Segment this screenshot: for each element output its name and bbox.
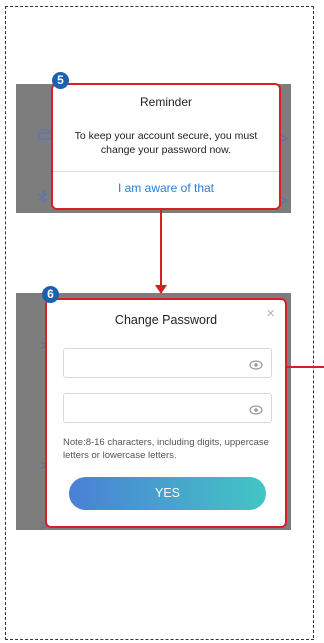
yes-button[interactable]: YES <box>69 477 266 510</box>
change-password-title: Change Password <box>114 313 218 327</box>
dashed-frame-right <box>313 6 314 638</box>
side-connector-line <box>287 366 324 368</box>
connector-line <box>160 210 162 286</box>
change-password-dialog: Change Password × Note:8-16 characters, … <box>45 298 287 528</box>
reminder-title: Reminder <box>139 95 193 109</box>
divider <box>53 171 279 172</box>
printer-icon <box>38 128 52 144</box>
new-password-field[interactable] <box>63 348 272 378</box>
step-badge-5: 5 <box>52 72 69 89</box>
confirm-password-input[interactable] <box>70 394 244 422</box>
eye-icon[interactable] <box>249 402 263 420</box>
password-rules-note: Note:8-16 characters, including digits, … <box>63 437 269 461</box>
chevron-right-icon: > <box>280 130 289 146</box>
chevron-right-icon: > <box>280 192 289 208</box>
reminder-message: To keep your account secure, you must ch… <box>74 130 258 156</box>
reminder-dialog: Reminder To keep your account secure, yo… <box>51 83 281 210</box>
arrow-down-icon <box>155 285 167 294</box>
bluetooth-icon <box>38 189 48 207</box>
step-badge-6: 6 <box>42 286 59 303</box>
aware-button[interactable]: I am aware of that <box>53 181 279 195</box>
close-icon[interactable]: × <box>266 305 275 322</box>
eye-icon[interactable] <box>249 357 263 375</box>
confirm-password-field[interactable] <box>63 393 272 423</box>
new-password-input[interactable] <box>70 349 244 377</box>
